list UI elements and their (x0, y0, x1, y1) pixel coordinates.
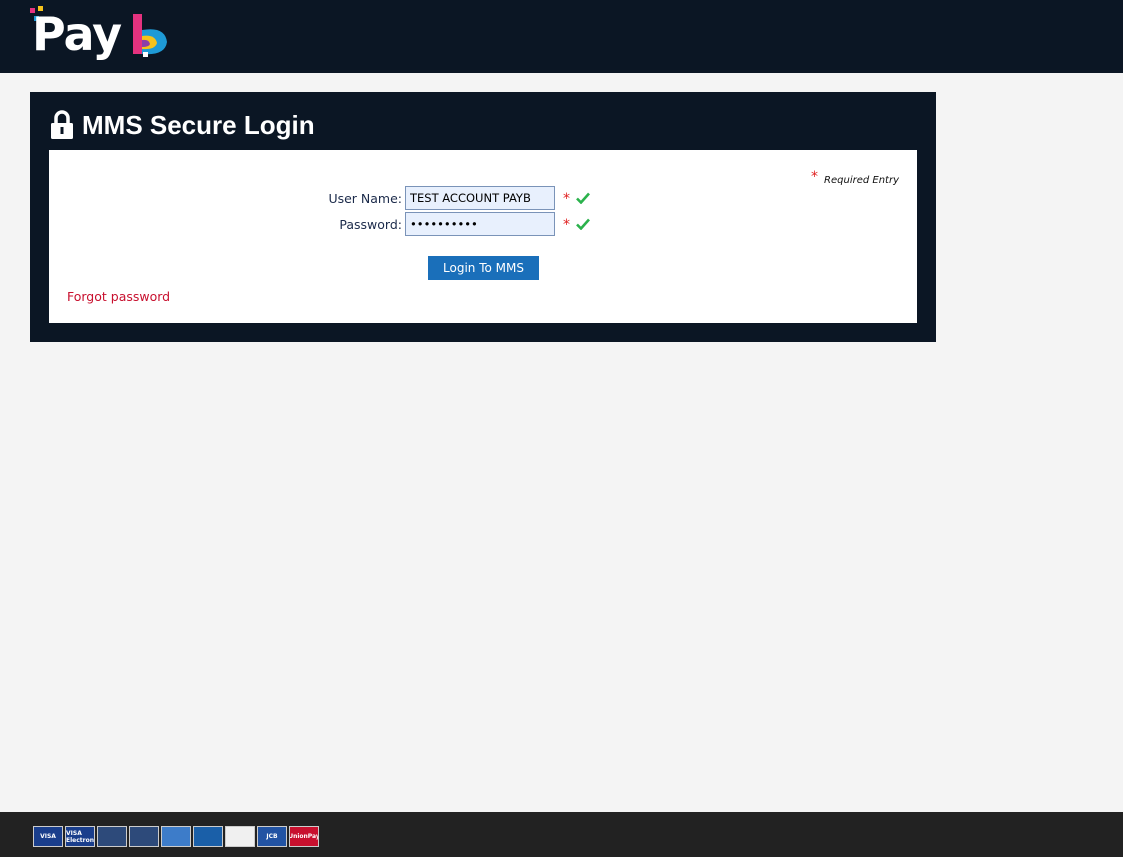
lock-icon (51, 110, 73, 139)
password-row: Password: * (272, 212, 590, 236)
required-star: * (563, 217, 570, 233)
username-label: User Name: (328, 190, 402, 206)
mastercard-card-icon (97, 826, 127, 847)
forgot-password-link[interactable]: Forgot password (67, 289, 170, 304)
required-star: * (563, 191, 570, 207)
top-header-bar: Pay (0, 0, 1123, 73)
logo-b-mark (133, 14, 167, 57)
required-entry-note: * Required Entry (811, 169, 899, 188)
password-input[interactable] (405, 212, 555, 236)
diners-club-card-icon (193, 826, 223, 847)
login-button[interactable]: Login To MMS (428, 256, 539, 280)
delta-card-icon (225, 826, 255, 847)
login-panel: MMS Secure Login * Required Entry User N… (30, 92, 936, 342)
jcb-card-icon: JCB (257, 826, 287, 847)
username-input[interactable] (405, 186, 555, 210)
required-star: * (811, 169, 819, 185)
payb-logo[interactable]: Pay (30, 6, 170, 68)
footer-bar: VISA VISA Electron JCB UnionPay (0, 812, 1123, 857)
panel-header: MMS Secure Login (50, 108, 315, 142)
checkmark-icon (576, 218, 590, 230)
login-form: * Required Entry User Name: * Password: … (49, 150, 917, 323)
page-title: MMS Secure Login (82, 109, 315, 140)
required-entry-text: Required Entry (824, 174, 899, 186)
logo-text: Pay (32, 7, 122, 61)
password-label: Password: (339, 216, 402, 232)
username-status: * (563, 190, 590, 207)
visa-electron-card-icon: VISA Electron (65, 826, 95, 847)
american-express-card-icon (161, 826, 191, 847)
password-status: * (563, 216, 590, 233)
username-row: User Name: * (272, 186, 590, 210)
checkmark-icon (576, 192, 590, 204)
payment-card-logos: VISA VISA Electron JCB UnionPay (33, 826, 319, 847)
visa-card-icon: VISA (33, 826, 63, 847)
maestro-card-icon (129, 826, 159, 847)
unionpay-card-icon: UnionPay (289, 826, 319, 847)
